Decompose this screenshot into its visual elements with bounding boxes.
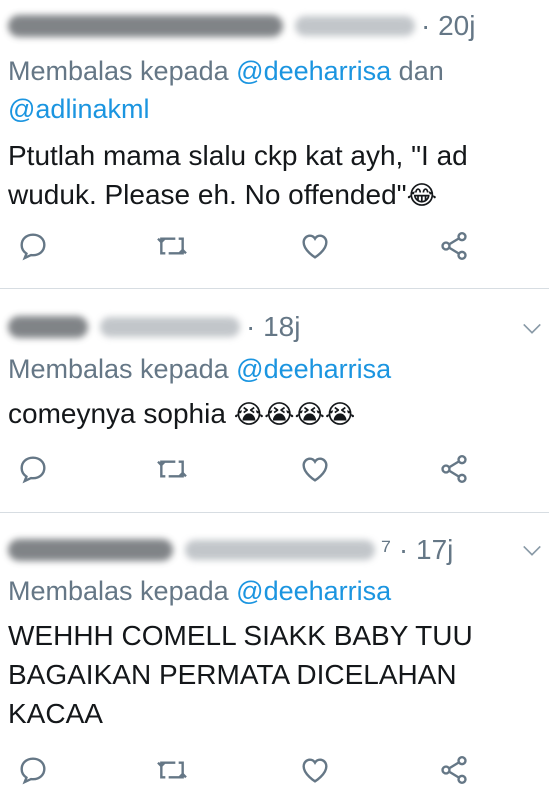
mention-link[interactable]: @deeharrisa: [236, 56, 391, 86]
reply-button[interactable]: [15, 451, 51, 487]
share-button[interactable]: [436, 752, 472, 788]
tweet-2-timestamp: · 18j: [246, 311, 301, 342]
reply-prefix: Membalas kepada: [8, 354, 229, 384]
tweet-1-actions: [0, 228, 549, 264]
mention-link[interactable]: @adlinakml: [8, 94, 149, 124]
retweet-button[interactable]: [154, 752, 190, 788]
tweet-1-reply-context: Membalas kepada @deeharrisa dan @adlinak…: [8, 52, 528, 128]
tweet-2-header[interactable]: · 18j: [8, 309, 300, 345]
tweet-text-line: Ptutlah mama slalu ckp kat ayh, "I ad: [8, 140, 468, 171]
tweet-text-line: BAGAIKAN PERMATA DICELAHAN: [8, 659, 457, 690]
heart-icon: [302, 234, 328, 259]
reply-prefix: Membalas kepada: [8, 576, 229, 606]
mention-link[interactable]: @deeharrisa: [236, 576, 391, 606]
share-icon: [441, 232, 467, 260]
tweet-2-author-name-redacted[interactable]: [8, 316, 88, 338]
tweet-1-author-name-redacted[interactable]: [8, 15, 283, 37]
tweet-3-text: WEHHH COMELL SIAKK BABY TUU BAGAIKAN PER…: [8, 616, 538, 733]
tweet-3-header[interactable]: ⁷ · 17j: [8, 532, 453, 568]
mention-link[interactable]: @deeharrisa: [236, 354, 391, 384]
reply-icon: [20, 757, 46, 785]
share-icon: [441, 756, 467, 784]
tweet-emoji: 😭😭😭😭: [233, 400, 356, 430]
tweet-2-reply-context: Membalas kepada @deeharrisa: [8, 350, 528, 388]
retweet-icon: [157, 460, 187, 478]
retweet-button[interactable]: [154, 451, 190, 487]
retweet-icon: [157, 761, 187, 779]
reply-icon: [20, 233, 46, 261]
tweet-1-author-handle-redacted[interactable]: [295, 16, 415, 36]
chevron-down-icon[interactable]: [521, 540, 543, 562]
reply-icon: [20, 456, 46, 484]
tweet-1-header[interactable]: · 20j: [8, 8, 475, 44]
tweet-3-author-name-redacted[interactable]: [8, 539, 173, 561]
tweet-text-line: wuduk. Please eh. No offended": [8, 179, 407, 210]
tweet-2-author-handle-redacted[interactable]: [100, 317, 240, 337]
tweet-3-timestamp: ⁷ · 17j: [381, 534, 454, 565]
heart-icon: [302, 758, 328, 783]
like-button[interactable]: [297, 228, 333, 264]
like-button[interactable]: [297, 752, 333, 788]
tweet-text-line: comeynya sophia: [8, 398, 226, 429]
tweet-text-line: WEHHH COMELL SIAKK BABY TUU: [8, 620, 473, 651]
reply-button[interactable]: [15, 228, 51, 264]
share-icon: [441, 455, 467, 483]
tweet-2-actions: [0, 451, 549, 487]
tweet-3-actions: [0, 752, 549, 788]
reply-button[interactable]: [15, 752, 51, 788]
tweet-3-reply-context: Membalas kepada @deeharrisa: [8, 572, 528, 610]
tweet-3-author-handle-redacted[interactable]: [185, 540, 375, 560]
chevron-down-icon[interactable]: [521, 318, 543, 340]
heart-icon: [302, 457, 328, 482]
tweet-divider: [0, 288, 549, 289]
share-button[interactable]: [436, 228, 472, 264]
reply-joiner: dan: [398, 56, 444, 86]
tweet-1-text: Ptutlah mama slalu ckp kat ayh, "I ad wu…: [8, 136, 538, 216]
reply-prefix: Membalas kepada: [8, 56, 229, 86]
tweet-divider: [0, 512, 549, 513]
retweet-icon: [157, 237, 187, 255]
tweet-text-line: KACAA: [8, 698, 103, 729]
like-button[interactable]: [297, 451, 333, 487]
tweet-emoji: 😂: [406, 181, 437, 211]
retweet-button[interactable]: [154, 228, 190, 264]
share-button[interactable]: [436, 451, 472, 487]
tweet-2-text: comeynya sophia 😭😭😭😭: [8, 394, 538, 435]
tweet-1-timestamp: · 20j: [421, 10, 476, 41]
